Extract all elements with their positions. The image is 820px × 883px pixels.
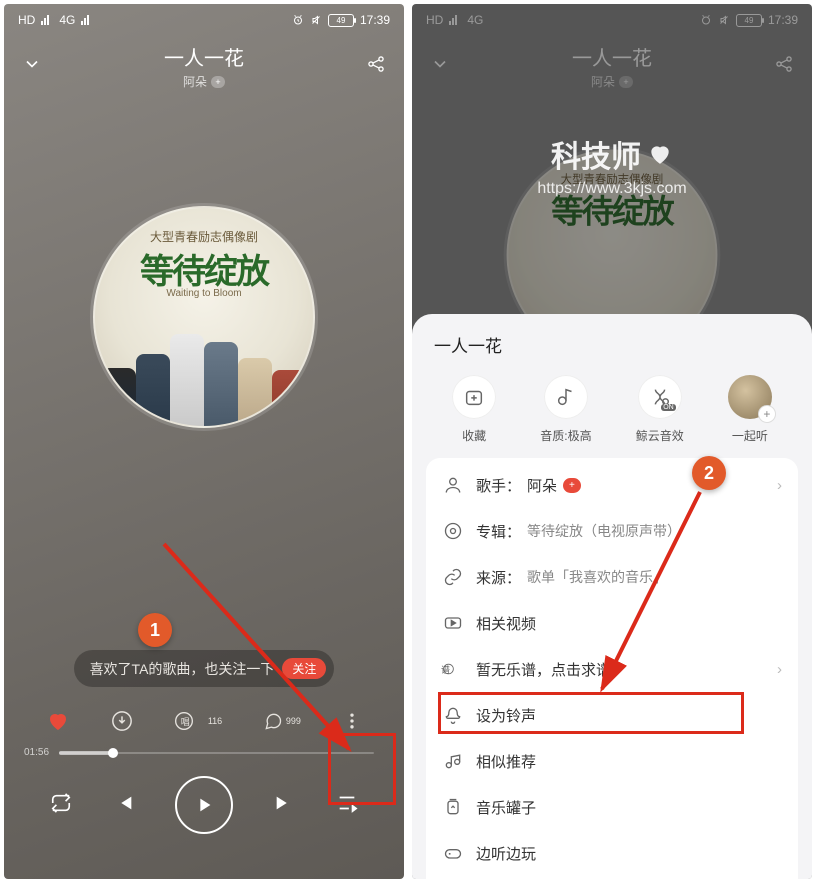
score-icon: 谱 [442, 658, 464, 680]
prev-button[interactable] [113, 792, 135, 819]
mute-icon [310, 14, 322, 26]
like-button[interactable] [46, 709, 70, 733]
row-yunbei[interactable]: 云贝推歌（已有594人推荐） [426, 876, 798, 879]
phone-player-screen: HD 4G 49 17:39 一人一花 阿朵 + [4, 4, 404, 879]
quick-favorite[interactable]: 收藏 [452, 375, 496, 444]
row-jar[interactable]: 音乐罐子 [426, 784, 798, 830]
annotation-highlight-ringtone [438, 692, 744, 734]
person-icon [442, 474, 464, 496]
battery-indicator: 49 [736, 14, 762, 27]
chevron-right-icon: › [777, 477, 782, 494]
comment-button[interactable]: 999 [263, 711, 301, 731]
next-button[interactable] [273, 792, 295, 819]
mute-icon [718, 14, 730, 26]
back-button[interactable] [22, 54, 42, 79]
repeat-button[interactable] [50, 792, 72, 819]
network-label: 4G [59, 13, 75, 27]
follow-prompt-text: 喜欢了TA的歌曲，也关注一下 [90, 659, 275, 679]
song-title: 一人一花 [450, 42, 774, 71]
artist-follow-plus-icon[interactable]: + [211, 76, 225, 88]
sheet-title: 一人一花 [426, 332, 798, 371]
network-icon-2 [81, 15, 93, 25]
alarm-icon [292, 14, 304, 26]
quick-quality[interactable]: 音质:极高 [540, 375, 591, 444]
hd-indicator: HD [18, 13, 35, 27]
follow-prompt: 喜欢了TA的歌曲，也关注一下 关注 [74, 650, 335, 687]
row-similar[interactable]: 相似推荐 [426, 738, 798, 784]
quick-listen-together[interactable]: + 一起听 [728, 375, 772, 444]
clock: 17:39 [768, 13, 798, 27]
jar-icon [442, 796, 464, 818]
status-bar: HD 4G 49 17:39 [4, 4, 404, 32]
battery-indicator: 49 [328, 14, 354, 27]
chevron-right-icon: › [777, 661, 782, 678]
sing-button[interactable]: 唱116 [174, 711, 222, 731]
back-button[interactable] [430, 54, 450, 79]
album-english: Waiting to Bloom [95, 288, 313, 299]
video-icon [442, 612, 464, 634]
link-icon [442, 566, 464, 588]
share-button[interactable] [366, 54, 386, 79]
artist-name[interactable]: 阿朵 [591, 73, 615, 90]
album-subtitle: 大型青春励志偶像剧 [95, 228, 313, 245]
watermark: 科技师 https://www.3kjs.com [412, 132, 812, 198]
clock: 17:39 [360, 13, 390, 27]
follow-button[interactable]: 关注 [282, 658, 326, 679]
player-top-nav: 一人一花 阿朵 + [4, 32, 404, 94]
disc-icon [442, 520, 464, 542]
annotation-highlight-more [328, 733, 396, 805]
artist-follow-plus-icon[interactable]: + [619, 76, 633, 88]
quality-icon [544, 375, 588, 419]
network-icon [449, 15, 461, 25]
row-video[interactable]: 相关视频 [426, 600, 798, 646]
share-button[interactable] [774, 54, 794, 79]
player-top-nav: 一人一花 阿朵 + [412, 32, 812, 94]
plus-icon: + [758, 405, 776, 423]
annotation-step-2: 2 [692, 456, 726, 490]
hd-indicator: HD [426, 13, 443, 27]
row-play-listen[interactable]: 边听边玩 [426, 830, 798, 876]
album-art[interactable]: 大型青春励志偶像剧 等待绽放 Waiting to Bloom [93, 206, 315, 428]
more-options-sheet: 一人一花 收藏 音质:极高 ON 鲸云音效 + 一起听 [412, 314, 812, 879]
quick-effect[interactable]: ON 鲸云音效 [636, 375, 684, 444]
follow-pill[interactable]: + [563, 478, 581, 493]
play-button[interactable] [175, 776, 233, 834]
album-title-art: 等待绽放 [95, 244, 313, 293]
gamepad-icon [442, 842, 464, 864]
status-bar: HD 4G 49 17:39 [412, 4, 812, 32]
more-button[interactable] [342, 711, 362, 731]
row-source[interactable]: 来源：歌单「我喜欢的音乐」 [426, 554, 798, 600]
song-title: 一人一花 [42, 42, 366, 71]
similar-icon [442, 750, 464, 772]
avatar-icon: + [728, 375, 772, 419]
annotation-step-1: 1 [138, 613, 172, 647]
row-singer[interactable]: 歌手：阿朵+ › [426, 462, 798, 508]
time-current: 01:56 [24, 747, 49, 758]
network-icon [41, 15, 53, 25]
artist-name[interactable]: 阿朵 [183, 73, 207, 90]
effect-icon: ON [638, 375, 682, 419]
phone-more-sheet-screen: HD 4G 49 17:39 一人一花 阿朵 + 科 [412, 4, 812, 879]
download-button[interactable] [111, 710, 133, 732]
alarm-icon [700, 14, 712, 26]
favorite-icon [452, 375, 496, 419]
album-people [95, 316, 313, 426]
row-score[interactable]: 谱 暂无乐谱，点击求谱 › [426, 646, 798, 692]
row-album[interactable]: 专辑：等待绽放（电视原声带） [426, 508, 798, 554]
network-label: 4G [467, 13, 483, 27]
